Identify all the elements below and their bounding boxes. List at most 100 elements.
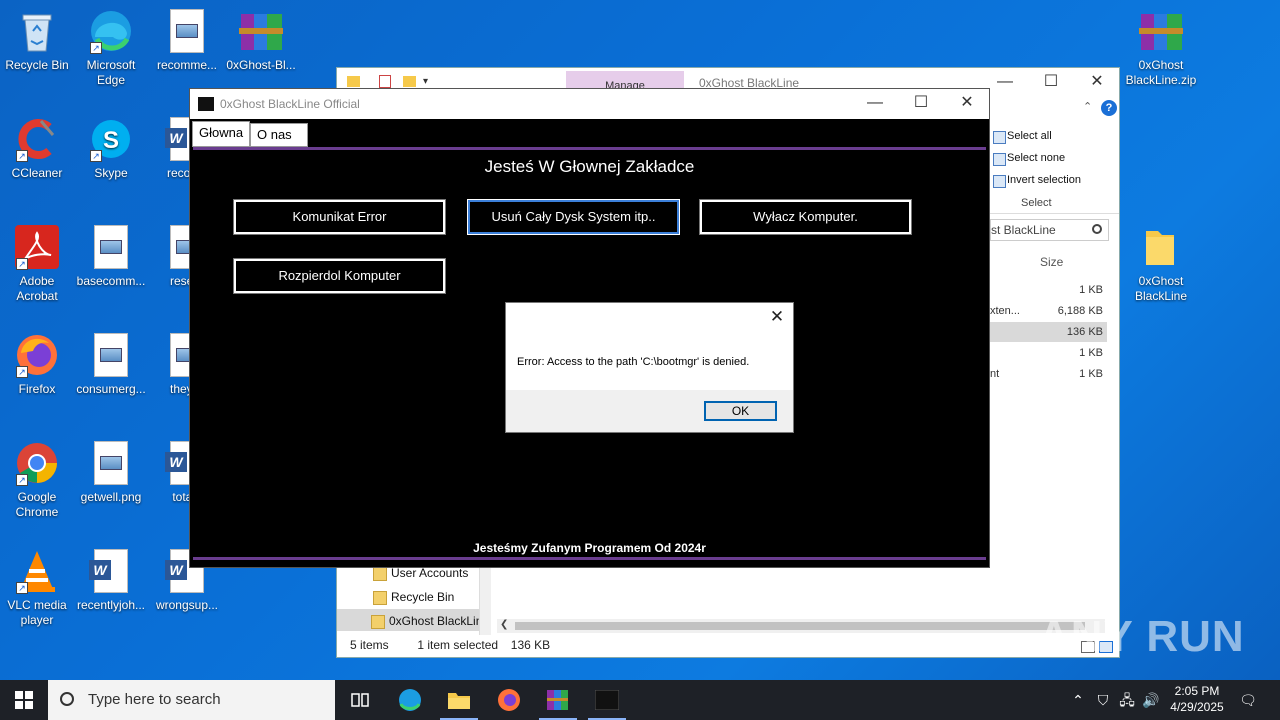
- icon-label: Google Chrome: [15, 490, 59, 519]
- select-none-button[interactable]: Select none: [993, 152, 1066, 166]
- tab-o-nas[interactable]: O nas: [250, 123, 308, 147]
- shutdown-button[interactable]: Wyłacz Komputer.: [699, 199, 912, 235]
- file-row-4[interactable]: 1 KB: [1079, 368, 1103, 380]
- task-view-icon[interactable]: [346, 686, 374, 714]
- wipe-disk-button[interactable]: Usuń Cały Dysk System itp..: [467, 199, 680, 235]
- app-titlebar: 0xGhost BlackLine Official — ☐ ✕: [190, 89, 989, 119]
- file-row-0[interactable]: 1 KB: [1079, 284, 1103, 296]
- file-row-4-name[interactable]: nt: [990, 368, 999, 380]
- folder-icon: [1138, 224, 1184, 270]
- firefox-taskbar-icon[interactable]: [495, 686, 523, 714]
- dropdown-icon[interactable]: ▾: [423, 76, 428, 87]
- icon-label: CCleaner: [11, 166, 63, 180]
- error-message-button[interactable]: Komunikat Error: [233, 199, 446, 235]
- icon-label: Microsoft Edge: [86, 58, 136, 87]
- nav-item-0xghost-blackline[interactable]: 0xGhost BlackLine: [371, 614, 489, 629]
- file-size: 1 KB: [1079, 368, 1103, 380]
- desktop-icon-getwell[interactable]: getwell.png: [74, 440, 148, 505]
- shortcut-arrow-icon: ↗: [16, 366, 28, 378]
- horizontal-scrollbar[interactable]: ❮: [497, 619, 1105, 633]
- properties-icon[interactable]: [379, 75, 391, 88]
- scroll-thumb[interactable]: [515, 622, 1085, 630]
- file-size: 1 KB: [1079, 284, 1103, 296]
- desktop-icon-edge[interactable]: ↗ Microsoft Edge: [74, 8, 148, 88]
- desktop-icon-adobe-acrobat[interactable]: ↗ Adobe Acrobat: [0, 224, 74, 304]
- icon-label: 0xGhost BlackLine.zip: [1125, 58, 1197, 87]
- select-all-button[interactable]: Select all: [993, 130, 1052, 144]
- collapse-ribbon-icon[interactable]: ⌃: [1083, 100, 1092, 113]
- desktop-icon-ccleaner[interactable]: ↗ CCleaner: [0, 116, 74, 181]
- minimize-button[interactable]: —: [852, 89, 898, 119]
- ribbon-divider: [990, 213, 1119, 214]
- desktop-icon-0xghost-folder[interactable]: 0xGhost BlackLine: [1124, 224, 1198, 304]
- file-row-1-name[interactable]: xten...: [990, 305, 1020, 317]
- shortcut-arrow-icon: ↗: [16, 582, 28, 594]
- maximize-button[interactable]: ☐: [1028, 68, 1074, 98]
- select-none-label: Select none: [1007, 152, 1066, 164]
- desktop-icon-basecomm[interactable]: basecomm...: [74, 224, 148, 289]
- skype-icon: S ↗: [88, 116, 134, 162]
- app-icon: [198, 97, 214, 111]
- desktop-icon-firefox[interactable]: ↗ Firefox: [0, 332, 74, 397]
- taskbar-clock[interactable]: 2:05 PM 4/29/2025: [1162, 683, 1232, 715]
- clock-time: 2:05 PM: [1174, 684, 1220, 698]
- volume-icon[interactable]: 🔊: [1140, 680, 1162, 720]
- icon-label: getwell.png: [80, 490, 142, 504]
- nav-item-recycle-bin[interactable]: Recycle Bin: [373, 590, 454, 605]
- file-row-2[interactable]: 136 KB: [1067, 326, 1103, 338]
- icon-label: recomme...: [156, 58, 217, 72]
- desktop-icon-recentlyjoh[interactable]: W recentlyjoh...: [74, 548, 148, 613]
- taskbar-search-input[interactable]: Type here to search: [48, 680, 335, 720]
- file-row-3[interactable]: 1 KB: [1079, 347, 1103, 359]
- desktop-icon-0xghost-archive[interactable]: 0xGhost-Bl...: [224, 8, 298, 73]
- desktop-icon-0xghost-zip[interactable]: 0xGhost BlackLine.zip: [1124, 8, 1198, 88]
- desktop-icon-google-chrome[interactable]: ↗ Google Chrome: [0, 440, 74, 520]
- maximize-button[interactable]: ☐: [898, 89, 944, 119]
- explorer-status-bar: 5 items 1 item selected 136 KB: [337, 633, 1119, 657]
- app-title: 0xGhost BlackLine Official: [220, 97, 360, 111]
- network-icon[interactable]: 🖧: [1116, 680, 1138, 720]
- notifications-icon[interactable]: 🗨: [1234, 680, 1262, 720]
- icon-label: Firefox: [18, 382, 56, 396]
- desktop-icon-skype[interactable]: S ↗ Skype: [74, 116, 148, 181]
- new-folder-icon[interactable]: [403, 76, 416, 87]
- dialog-close-button[interactable]: ✕: [767, 307, 787, 327]
- desktop-icon-recycle-bin[interactable]: Recycle Bin: [0, 8, 74, 73]
- nav-label: User Accounts: [391, 566, 469, 580]
- destroy-computer-button[interactable]: Rozpierdol Komputer: [233, 258, 446, 294]
- edge-icon: ↗: [88, 8, 134, 54]
- blackline-taskbar-icon[interactable]: [593, 686, 621, 714]
- clock-date: 4/29/2025: [1170, 700, 1224, 714]
- edge-taskbar-icon[interactable]: [396, 686, 424, 714]
- invert-selection-button[interactable]: Invert selection: [993, 174, 1081, 188]
- nav-scrollbar[interactable]: [479, 563, 491, 635]
- tab-glowna[interactable]: Głowna: [192, 121, 250, 147]
- search-input[interactable]: st BlackLine: [990, 219, 1109, 241]
- image-file-icon: [88, 440, 134, 486]
- page-heading: Jesteś W Głownej Zakładce: [484, 157, 695, 176]
- shortcut-arrow-icon: ↗: [90, 42, 102, 54]
- shortcut-arrow-icon: ↗: [16, 258, 28, 270]
- column-header-size[interactable]: Size: [1040, 255, 1063, 269]
- desktop-icon-consumerg[interactable]: consumerg...: [74, 332, 148, 397]
- desktop-icon-recomme[interactable]: recomme...: [150, 8, 224, 73]
- acrobat-icon: ↗: [14, 224, 60, 270]
- icon-label: Recycle Bin: [5, 58, 69, 72]
- help-icon[interactable]: ?: [1101, 100, 1117, 116]
- ok-button[interactable]: OK: [704, 401, 777, 421]
- file-explorer-taskbar-icon[interactable]: [445, 686, 473, 714]
- desktop-icon-vlc[interactable]: ↗ VLC media player: [0, 548, 74, 628]
- nav-item-user-accounts[interactable]: User Accounts: [373, 566, 469, 581]
- defender-icon[interactable]: ⛉: [1092, 680, 1114, 720]
- status-selected: 1 item selected: [417, 638, 499, 652]
- top-divider: [193, 147, 986, 150]
- start-button[interactable]: [0, 680, 48, 720]
- winrar-taskbar-icon[interactable]: [544, 686, 572, 714]
- close-button[interactable]: ✕: [1074, 68, 1120, 98]
- scroll-left-icon[interactable]: ❮: [500, 619, 508, 630]
- close-button[interactable]: ✕: [944, 89, 990, 119]
- file-size: 6,188 KB: [1057, 305, 1103, 317]
- show-hidden-icons[interactable]: ⌃: [1068, 680, 1088, 720]
- shortcut-arrow-icon: ↗: [90, 150, 102, 162]
- file-row-1[interactable]: 6,188 KB: [1058, 305, 1103, 317]
